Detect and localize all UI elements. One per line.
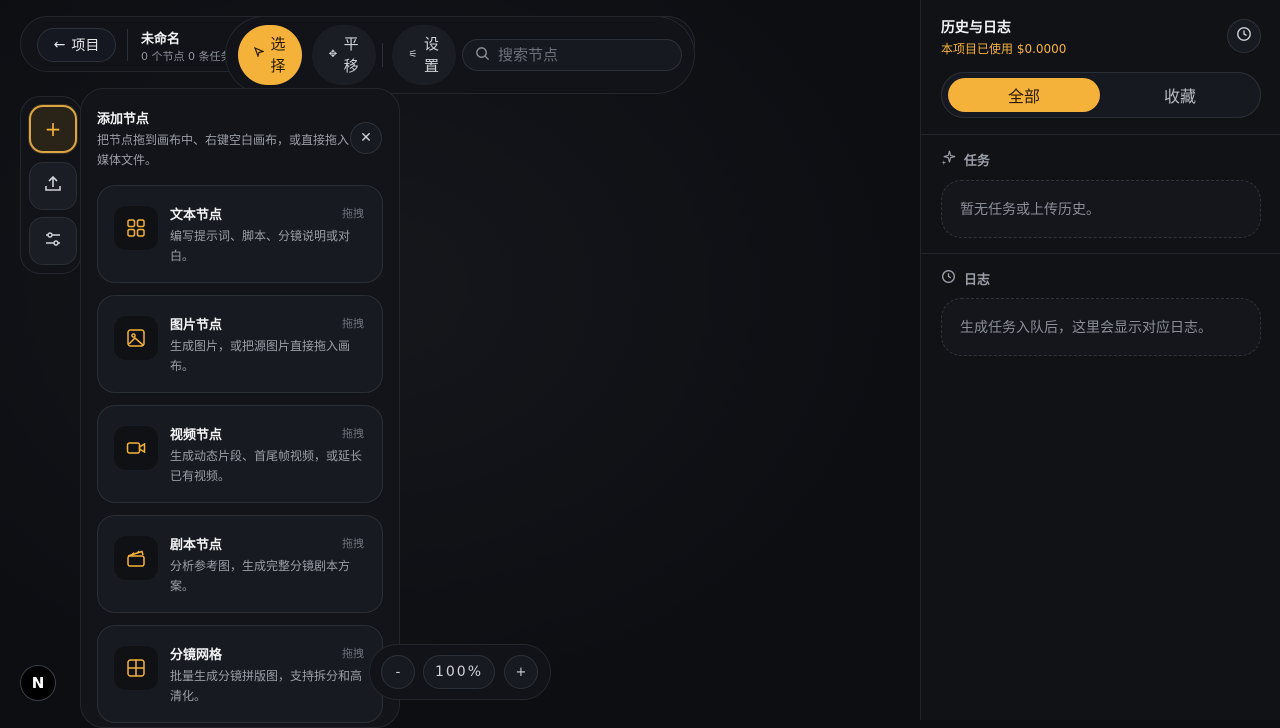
filter-tabs: 全部 收藏: [941, 72, 1261, 118]
card-drag-hint: 拖拽: [342, 537, 364, 550]
history-button[interactable]: [1227, 19, 1261, 53]
move-icon: ✥: [328, 49, 338, 60]
search-input[interactable]: [498, 46, 668, 64]
tasks-label: 任务: [964, 154, 991, 169]
divider: [921, 134, 1280, 135]
sidebar-title: 历史与日志: [941, 20, 1011, 36]
tab-favorites[interactable]: 收藏: [1104, 78, 1256, 112]
script-node-card[interactable]: 剧本节点 拖拽 分析参考图，生成完整分镜剧本方案。: [97, 515, 383, 613]
n-logo-badge[interactable]: N: [20, 665, 56, 701]
select-tool-label: 选择: [270, 35, 286, 75]
card-drag-hint: 拖拽: [342, 647, 364, 660]
sliders-icon: ⚟: [408, 49, 418, 60]
storyboard-grid-card[interactable]: 分镜网格 拖拽 批量生成分镜拼版图，支持拆分和高清化。: [97, 625, 383, 723]
left-toolbar: +: [20, 96, 82, 274]
plus-icon: +: [44, 117, 62, 141]
back-label: 项目: [71, 38, 100, 54]
tab-all[interactable]: 全部: [948, 78, 1100, 112]
log-empty-state: 生成任务入队后，这里会显示对应日志。: [941, 298, 1261, 356]
card-title: 图片节点: [170, 318, 223, 333]
clock-icon: [1236, 26, 1252, 46]
text-node-card[interactable]: 文本节点 拖拽 编写提示词、脚本、分镜说明或对白。: [97, 185, 383, 283]
arrow-left-icon: ←: [53, 37, 66, 53]
clock-icon: [941, 269, 956, 288]
card-description: 编写提示词、脚本、分镜说明或对白。: [170, 229, 351, 263]
add-node-button[interactable]: +: [29, 105, 77, 153]
card-drag-hint: 拖拽: [342, 207, 364, 220]
log-section-label: 日志: [941, 269, 990, 288]
panel-description: 把节点拖到画布中、右键空白画布，或直接拖入媒体文件。: [97, 133, 350, 167]
settings-tool-label: 设置: [423, 35, 439, 75]
adjust-button[interactable]: [29, 217, 77, 265]
settings-tool-button[interactable]: ⚟ 设置: [392, 25, 456, 85]
zoom-out-button[interactable]: -: [381, 655, 415, 689]
card-description: 生成动态片段、首尾帧视频，或延长已有视频。: [170, 449, 363, 483]
tool-group: 选择 ✥ 平移 ⚟ 设置: [225, 16, 695, 94]
select-tool-button[interactable]: 选择: [238, 25, 302, 85]
log-label: 日志: [964, 273, 991, 288]
image-icon: [114, 316, 158, 360]
project-subtitle: 0 个节点 0 条任务: [141, 50, 232, 63]
history-sidebar: 历史与日志 本项目已使用 $0.0000 全部 收藏 任务 暂无任务或上传历史。…: [920, 0, 1280, 720]
cursor-icon: [253, 44, 265, 66]
close-icon: ✕: [360, 130, 372, 146]
video-icon: [114, 426, 158, 470]
divider: [382, 43, 383, 67]
card-title: 剧本节点: [170, 538, 223, 553]
tasks-empty-state: 暂无任务或上传历史。: [941, 180, 1261, 238]
card-title: 视频节点: [170, 428, 223, 443]
usage-text: 本项目已使用 $0.0000: [941, 42, 1067, 56]
clapper-icon: [114, 536, 158, 580]
grid-icon: [114, 206, 158, 250]
pan-tool-label: 平移: [343, 35, 359, 75]
panel-grid-icon: [114, 646, 158, 690]
zoom-control: - 100% +: [369, 644, 551, 700]
tasks-section-label: 任务: [941, 150, 990, 169]
card-title: 文本节点: [170, 208, 223, 223]
panel-title: 添加节点: [97, 112, 150, 127]
card-description: 生成图片，或把源图片直接拖入画布。: [170, 339, 351, 373]
zoom-level: 100%: [423, 655, 495, 689]
project-title: 未命名: [141, 32, 181, 47]
video-node-card[interactable]: 视频节点 拖拽 生成动态片段、首尾帧视频，或延长已有视频。: [97, 405, 383, 503]
search-icon: [475, 46, 490, 65]
back-to-projects-button[interactable]: ← 项目: [37, 28, 116, 62]
close-panel-button[interactable]: ✕: [350, 122, 382, 154]
card-drag-hint: 拖拽: [342, 427, 364, 440]
pan-tool-button[interactable]: ✥ 平移: [312, 25, 376, 85]
sliders-icon: [43, 229, 63, 253]
card-description: 分析参考图，生成完整分镜剧本方案。: [170, 559, 351, 593]
card-description: 批量生成分镜拼版图，支持拆分和高清化。: [170, 669, 363, 703]
card-drag-hint: 拖拽: [342, 317, 364, 330]
sparkle-icon: [941, 150, 956, 169]
upload-button[interactable]: [29, 162, 77, 210]
upload-icon: [43, 174, 63, 198]
card-title: 分镜网格: [170, 648, 223, 663]
zoom-in-button[interactable]: +: [504, 655, 538, 689]
divider: [921, 253, 1280, 254]
node-search[interactable]: [462, 39, 682, 71]
divider: [127, 29, 128, 61]
add-node-panel: 添加节点 把节点拖到画布中、右键空白画布，或直接拖入媒体文件。 ✕ 文本节点 拖…: [80, 88, 400, 728]
image-node-card[interactable]: 图片节点 拖拽 生成图片，或把源图片直接拖入画布。: [97, 295, 383, 393]
